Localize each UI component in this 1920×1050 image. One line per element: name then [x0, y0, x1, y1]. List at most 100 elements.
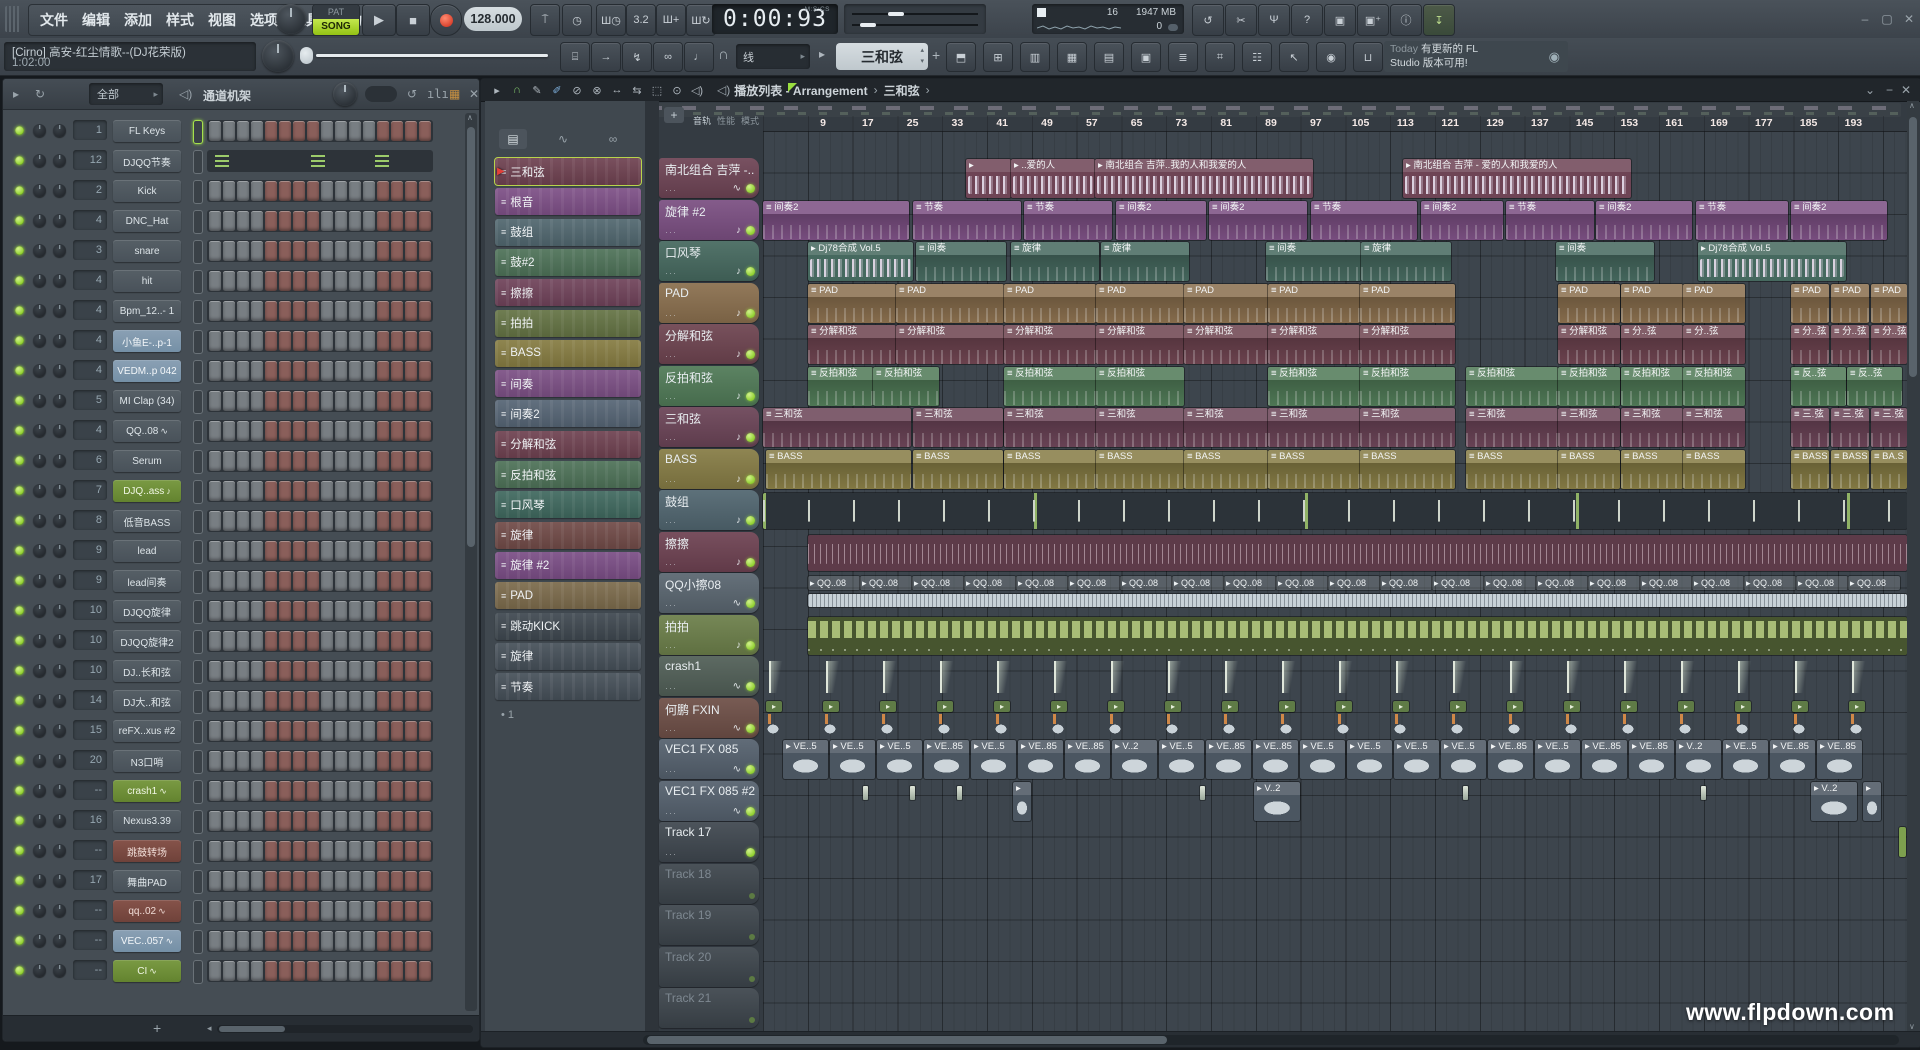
track-options-dots[interactable]: ··· [665, 393, 677, 403]
channel-volume-knob[interactable] [53, 364, 66, 377]
step-cell[interactable] [363, 421, 375, 441]
step-cell[interactable] [377, 271, 389, 291]
slider-handle-2[interactable] [860, 23, 876, 27]
step-cell[interactable] [237, 811, 249, 831]
step-cell[interactable] [391, 481, 403, 501]
step-cell[interactable] [223, 181, 235, 201]
audio-clip[interactable]: ▸ Dj78合成 Vol.5 [1698, 242, 1846, 281]
channel-target-number[interactable]: 6 [73, 450, 107, 470]
step-cell[interactable] [363, 721, 375, 741]
step-cell[interactable] [335, 871, 347, 891]
channel-mixer-fader[interactable] [193, 600, 203, 624]
step-cell[interactable] [405, 481, 417, 501]
slider-handle-1[interactable] [888, 12, 904, 16]
channel-volume-knob[interactable] [53, 424, 66, 437]
step-cell[interactable] [419, 601, 431, 621]
track-header[interactable]: VEC1 FX 085 #2···∿ [659, 781, 759, 821]
track-header[interactable]: 何鹏 FXIN···∿ [659, 698, 759, 738]
step-cell[interactable] [223, 631, 235, 651]
step-cell[interactable] [265, 121, 277, 141]
step-cell[interactable] [321, 121, 333, 141]
small-hit-clip[interactable] [1463, 786, 1468, 800]
pattern-clip[interactable]: ≡ PAD [896, 284, 1004, 323]
step-cell[interactable] [335, 361, 347, 381]
titlebar-grip[interactable] [5, 6, 21, 32]
step-cell[interactable] [307, 811, 319, 831]
step-cell[interactable] [307, 361, 319, 381]
step-cell[interactable] [419, 241, 431, 261]
pattern-clip[interactable]: ≡ 三和弦 [1360, 408, 1455, 447]
channel-enable-led[interactable] [15, 216, 24, 225]
step-cell[interactable] [349, 931, 361, 951]
channel-enable-led[interactable] [15, 456, 24, 465]
channel-button[interactable]: Nexus3.39 [113, 810, 181, 832]
step-cell[interactable] [363, 781, 375, 801]
pattern-clip[interactable]: ≡ 间奏2 [1791, 201, 1887, 240]
channel-pan-knob[interactable] [33, 364, 46, 377]
picker-pattern-item[interactable]: ≡节奏 [495, 673, 641, 700]
fx-mini-clip[interactable]: ▸ [1279, 701, 1295, 712]
step-cell[interactable] [251, 421, 263, 441]
channel-volume-knob[interactable] [53, 904, 66, 917]
picker-pattern-item[interactable]: ≡旋律 [495, 522, 641, 549]
step-cell[interactable] [419, 301, 431, 321]
picker-pattern-item[interactable]: ≡擦擦 [495, 279, 641, 306]
track-enable-led[interactable] [746, 309, 755, 318]
picker-pattern-item[interactable]: ≡鼓#2 [495, 249, 641, 276]
step-cell[interactable] [335, 181, 347, 201]
audio-chip-clip[interactable]: ▸ QQ..08 [912, 576, 964, 590]
channel-mixer-fader[interactable] [193, 690, 203, 714]
step-cell[interactable] [335, 781, 347, 801]
channel-enable-led[interactable] [15, 486, 24, 495]
play-tool-icon[interactable]: ▸ [487, 84, 507, 97]
pattern-clip[interactable]: ≡ 旋律 [1361, 242, 1451, 281]
pattern-clip[interactable]: ≡ 分解和弦 [1004, 325, 1096, 364]
slider-track-2[interactable] [852, 24, 978, 26]
step-cell[interactable] [265, 301, 277, 321]
step-cell[interactable] [405, 181, 417, 201]
step-cell[interactable] [293, 811, 305, 831]
track-tab-性能[interactable]: 性能 [717, 116, 735, 126]
step-cell[interactable] [307, 661, 319, 681]
step-cell[interactable] [405, 361, 417, 381]
channel-enable-led[interactable] [15, 306, 24, 315]
step-cell[interactable] [321, 511, 333, 531]
fx-mini-clip[interactable]: ▸ [1108, 701, 1124, 712]
step-cell[interactable] [377, 241, 389, 261]
track-header[interactable]: QQ小擦08···∿ [659, 573, 759, 613]
info-button[interactable]: ⓘ [1390, 4, 1422, 36]
step-cell[interactable] [405, 721, 417, 741]
track-enable-led[interactable] [746, 807, 755, 816]
pattern-clip[interactable]: ≡ PAD [1004, 284, 1096, 323]
delete-tool-icon[interactable]: ⊘ [567, 84, 587, 97]
step-cell[interactable] [307, 961, 319, 981]
step-cell[interactable] [335, 691, 347, 711]
step-cell[interactable] [307, 631, 319, 651]
pattern-clip[interactable]: ≡ BASS [1558, 450, 1620, 489]
menu-item-样式[interactable]: 样式 [159, 10, 201, 30]
small-hit-clip[interactable] [957, 786, 962, 800]
track-enable-led[interactable] [746, 641, 755, 650]
channel-target-number[interactable]: -- [73, 930, 107, 950]
step-cell[interactable] [391, 601, 403, 621]
step-cell[interactable] [209, 181, 221, 201]
channel-pan-knob[interactable] [33, 724, 46, 737]
step-cell[interactable] [293, 661, 305, 681]
channel-enable-led[interactable] [15, 936, 24, 945]
step-cell[interactable] [265, 601, 277, 621]
fx-mini-clip[interactable]: ▸ [766, 701, 782, 712]
step-cell[interactable] [293, 181, 305, 201]
channel-enable-led[interactable] [15, 786, 24, 795]
step-cell[interactable] [251, 631, 263, 651]
step-cell[interactable] [377, 961, 389, 981]
add-pattern-button[interactable]: + [932, 47, 940, 63]
step-cell[interactable] [251, 601, 263, 621]
channel-enable-led[interactable] [15, 276, 24, 285]
channel-enable-led[interactable] [15, 906, 24, 915]
channel-mixer-fader[interactable] [193, 660, 203, 684]
audio-clip[interactable]: ▸ VE..85 [1629, 740, 1674, 779]
draw-tool-icon[interactable]: ✎ [527, 84, 547, 97]
step-cell[interactable] [349, 571, 361, 591]
picker-pattern-item[interactable]: ≡鼓组 [495, 219, 641, 246]
step-cell[interactable] [349, 511, 361, 531]
